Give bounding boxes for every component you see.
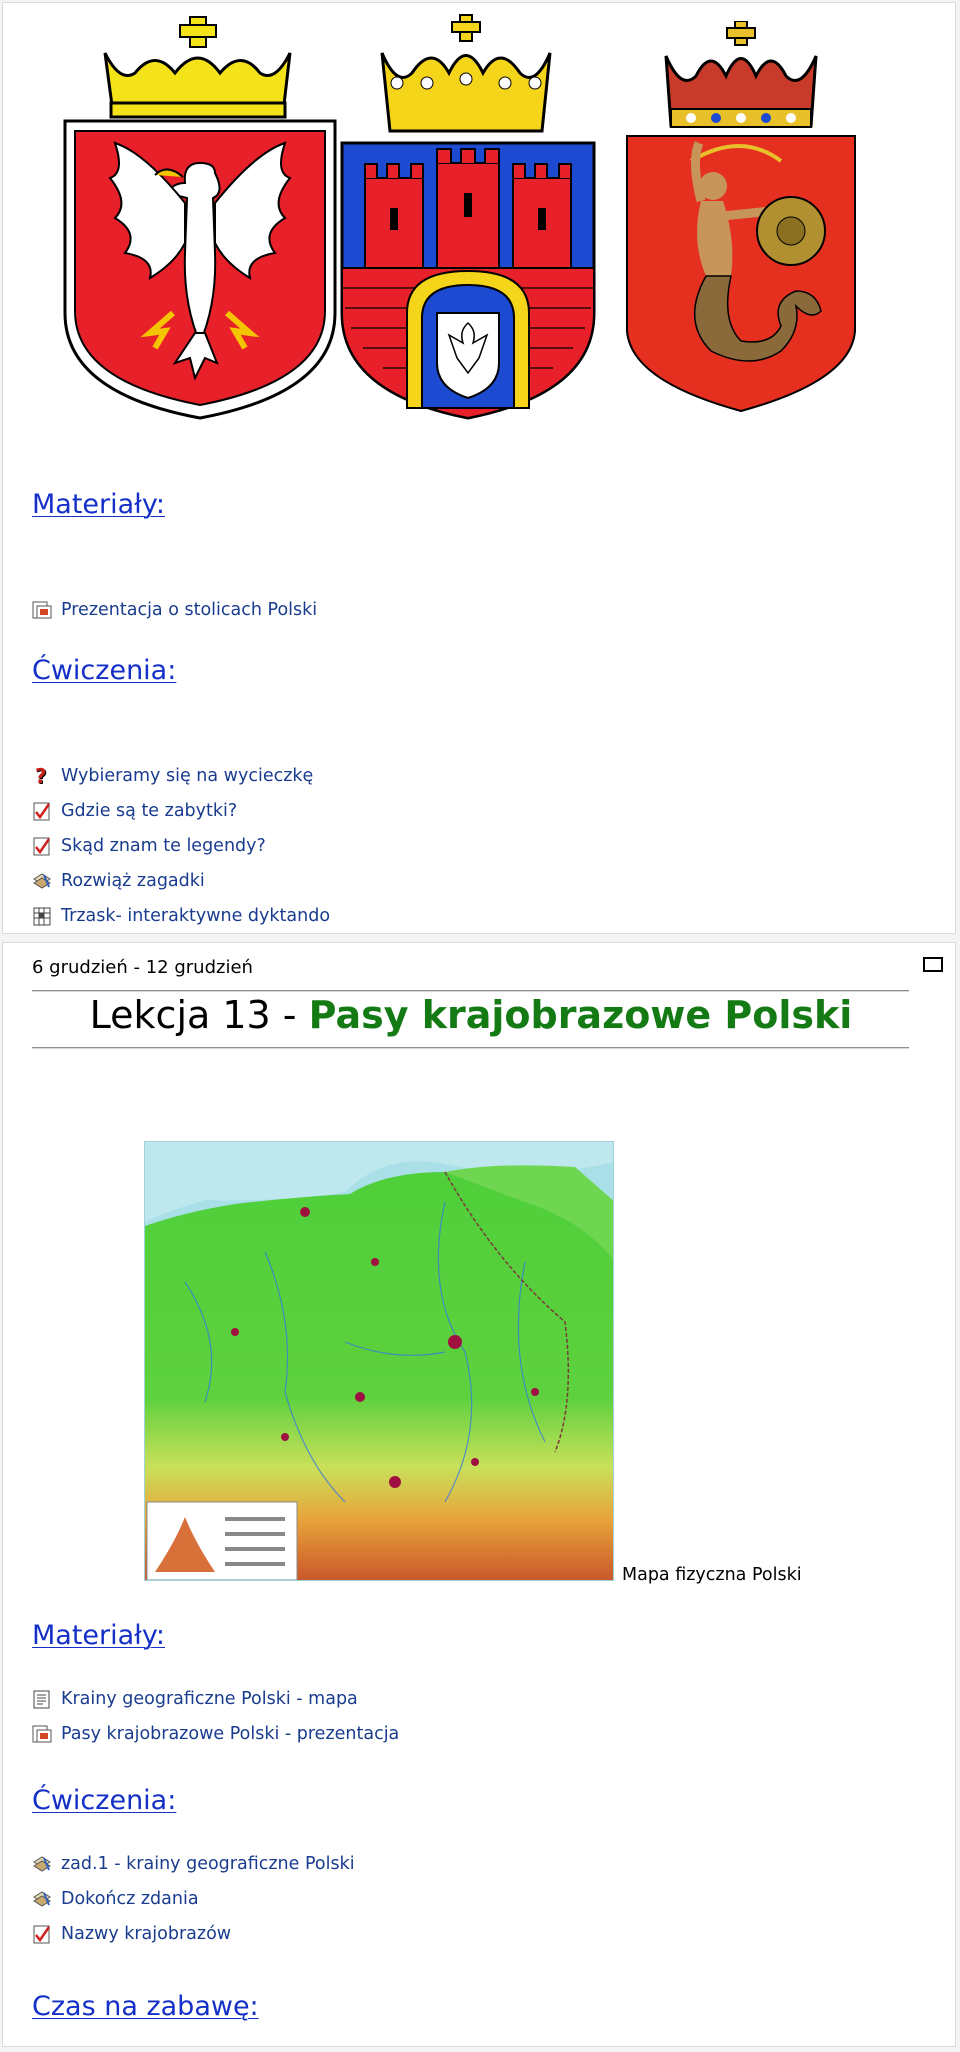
materials-heading-link[interactable]: Materiały:: [32, 1620, 165, 1651]
exercises-heading: Ćwiczenia:: [32, 655, 176, 686]
resource-link[interactable]: Trzask- interaktywne dyktando: [61, 906, 330, 926]
question-icon: ??: [32, 764, 52, 789]
lesson-number: Lekcja 13 -: [89, 993, 309, 1037]
krakow-coat-of-arms-image: [340, 14, 596, 420]
materials-list: Prezentacja o stolicach Polski: [32, 592, 317, 627]
resource-link[interactable]: Dokończ zdania: [61, 1889, 199, 1909]
exercises-heading-link[interactable]: Ćwiczenia:: [32, 655, 176, 686]
resource-link[interactable]: Nazwy krajobrazów: [61, 1924, 231, 1944]
puzzle-icon: [32, 871, 52, 891]
list-item[interactable]: zad.1 - krainy geograficzne Polski: [32, 1846, 355, 1881]
resource-link[interactable]: Pasy krajobrazowe Polski - prezentacja: [61, 1724, 399, 1744]
topic-section-lesson-13: 6 grudzień - 12 grudzień Lekcja 13 - Pas…: [2, 942, 956, 2047]
list-item[interactable]: Prezentacja o stolicach Polski: [32, 592, 317, 627]
crown-icon: [103, 16, 292, 119]
lesson-topic: Pasy krajobrazowe Polski: [308, 993, 853, 1037]
puzzle-icon: [32, 1889, 52, 1909]
divider: [32, 990, 909, 992]
svg-text:?: ?: [35, 766, 47, 786]
crossword-icon: [32, 906, 52, 926]
materials-heading-link[interactable]: Materiały:: [32, 489, 165, 520]
checklist-icon: [32, 801, 52, 821]
warsaw-coat-of-arms-image: [626, 21, 856, 413]
resource-link[interactable]: Gdzie są te zabytki?: [61, 801, 237, 821]
presentation-icon: [32, 600, 52, 620]
materials-heading: Materiały:: [32, 489, 165, 520]
materials-list: Krainy geograficzne Polski - mapa Pasy k…: [32, 1681, 399, 1751]
highlight-toggle-button[interactable]: [923, 957, 943, 972]
list-item[interactable]: Nazwy krajobrazów: [32, 1916, 355, 1951]
list-item[interactable]: Skąd znam te legendy?: [32, 828, 330, 863]
list-item[interactable]: Pasy krajobrazowe Polski - prezentacja: [32, 1716, 399, 1751]
resource-link[interactable]: Wybieramy się na wycieczkę: [61, 766, 313, 786]
list-item[interactable]: ?? Wybieramy się na wycieczkę: [32, 758, 330, 793]
exercises-heading-link[interactable]: Ćwiczenia:: [32, 1785, 176, 1816]
list-item[interactable]: Rozwiąż zagadki: [32, 863, 330, 898]
divider: [32, 1047, 909, 1049]
list-item[interactable]: Gdzie są te zabytki?: [32, 793, 330, 828]
map-caption: Mapa fizyczna Polski: [622, 1565, 802, 1585]
list-item[interactable]: Trzask- interaktywne dyktando: [32, 898, 330, 933]
crown-icon: [664, 21, 818, 128]
list-item[interactable]: Krainy geograficzne Polski - mapa: [32, 1681, 399, 1716]
puzzle-icon: [32, 1854, 52, 1874]
document-icon: [32, 1689, 52, 1709]
section-dates: 6 grudzień - 12 grudzień: [32, 957, 253, 978]
checklist-icon: [32, 836, 52, 856]
checklist-icon: [32, 1924, 52, 1944]
topic-section-capitals: Materiały: Prezentacja o stolicach Polsk…: [2, 2, 956, 934]
presentation-icon: [32, 1724, 52, 1744]
resource-link[interactable]: Rozwiąż zagadki: [61, 871, 205, 891]
lesson-title: Lekcja 13 - Pasy krajobrazowe Polski: [3, 993, 939, 1037]
crown-icon: [380, 14, 552, 133]
poland-coat-of-arms-image: [63, 16, 337, 420]
fun-heading: Czas na zabawę:: [32, 1991, 259, 2022]
exercises-heading: Ćwiczenia:: [32, 1785, 176, 1816]
exercises-list: ?? Wybieramy się na wycieczkę Gdzie są t…: [32, 758, 330, 933]
resource-link[interactable]: Skąd znam te legendy?: [61, 836, 266, 856]
fun-heading-link[interactable]: Czas na zabawę:: [32, 1991, 259, 2022]
materials-heading: Materiały:: [32, 1620, 165, 1651]
resource-link[interactable]: Krainy geograficzne Polski - mapa: [61, 1689, 358, 1709]
physical-map-poland-image: [144, 1141, 614, 1581]
resource-link[interactable]: Prezentacja o stolicach Polski: [61, 600, 317, 620]
exercises-list: zad.1 - krainy geograficzne Polski Dokoń…: [32, 1846, 355, 1951]
list-item[interactable]: Dokończ zdania: [32, 1881, 355, 1916]
resource-link[interactable]: zad.1 - krainy geograficzne Polski: [61, 1854, 355, 1874]
